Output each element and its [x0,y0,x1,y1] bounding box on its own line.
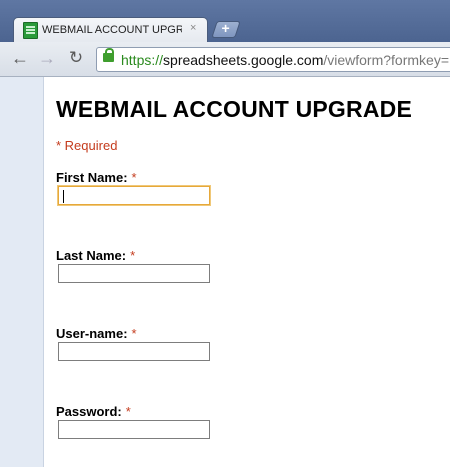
password-input[interactable] [58,420,210,439]
spreadsheet-icon [23,22,38,39]
form-title: WEBMAIL ACCOUNT UPGRADE [56,96,412,122]
field-username: User-name: * [56,325,210,361]
first-name-label: First Name: * [56,170,137,185]
last-name-input[interactable] [58,264,210,283]
field-password: Password: * [56,403,210,439]
username-label-text: User-name: [56,326,128,341]
first-name-input[interactable] [58,186,210,205]
plus-icon: + [221,20,230,36]
form-card: WEBMAIL ACCOUNT UPGRADE * Required First… [43,77,450,467]
back-arrow-icon[interactable]: ← [10,48,30,68]
page-gutter [0,77,43,467]
text-caret [63,190,64,203]
url-host: spreadsheets.google.com [163,52,324,68]
page-viewport: WEBMAIL ACCOUNT UPGRADE * Required First… [0,77,450,467]
username-input[interactable] [58,342,210,361]
browser-toolbar: ← → ↻ https://spreadsheets.google.com/vi… [0,42,450,77]
required-star: * [125,404,131,419]
required-star: * [131,326,137,341]
close-tab-icon[interactable]: × [190,22,196,34]
forward-arrow-icon[interactable]: → [37,48,57,68]
url-path: /viewform?formkey= [323,52,450,68]
tab-strip: WEBMAIL ACCOUNT UPGR... × + [0,0,450,43]
url-scheme: https:// [121,52,164,68]
field-first-name: First Name: * [56,169,210,205]
required-star: * [130,248,136,263]
username-label: User-name: * [56,326,137,341]
new-tab-button[interactable]: + [211,20,241,38]
field-last-name: Last Name: * [56,247,210,283]
password-label-text: Password: [56,404,122,419]
lock-icon [103,48,114,62]
required-star: * [131,170,137,185]
first-name-label-text: First Name: [56,170,128,185]
address-bar[interactable]: https://spreadsheets.google.com/viewform… [96,47,450,72]
last-name-label: Last Name: * [56,248,135,263]
url-text: https://spreadsheets.google.com/viewform… [121,52,449,68]
browser-tab[interactable]: WEBMAIL ACCOUNT UPGR... × [13,17,208,43]
reload-icon[interactable]: ↻ [66,48,86,68]
last-name-label-text: Last Name: [56,248,127,263]
tab-title: WEBMAIL ACCOUNT UPGR... [42,24,182,36]
required-note: * Required [56,138,118,153]
password-label: Password: * [56,404,131,419]
